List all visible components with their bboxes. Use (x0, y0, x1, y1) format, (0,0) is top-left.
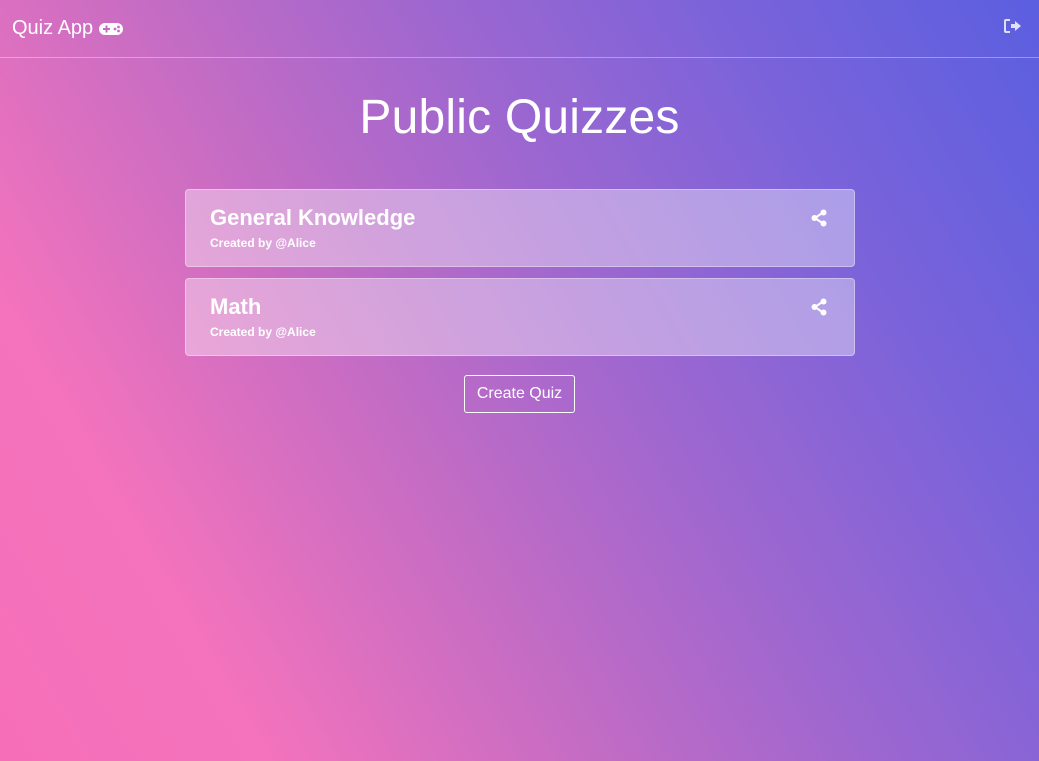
gamepad-icon (98, 21, 124, 37)
page-title: Public Quizzes (359, 91, 680, 144)
share-button[interactable] (808, 209, 830, 231)
quiz-card-general-knowledge[interactable]: General Knowledge Created by @Alice (185, 189, 855, 267)
share-icon (811, 209, 827, 232)
share-button[interactable] (808, 298, 830, 320)
quiz-author: Created by @Alice (210, 325, 316, 339)
share-icon (811, 298, 827, 321)
app-brand-text: Quiz App (12, 17, 94, 39)
quiz-title: General Knowledge (210, 205, 416, 230)
top-navbar: Quiz App (0, 0, 1039, 58)
create-quiz-button[interactable]: Create Quiz (464, 375, 575, 413)
logout-button[interactable] (999, 15, 1027, 43)
quiz-author: Created by @Alice (210, 236, 316, 250)
quiz-title: Math (210, 294, 262, 319)
app-brand-link[interactable]: Quiz App (12, 17, 124, 40)
quiz-card-math[interactable]: Math Created by @Alice (185, 278, 855, 356)
sign-out-icon (1004, 18, 1022, 39)
quiz-list: General Knowledge Created by @Alice Math… (185, 189, 855, 367)
